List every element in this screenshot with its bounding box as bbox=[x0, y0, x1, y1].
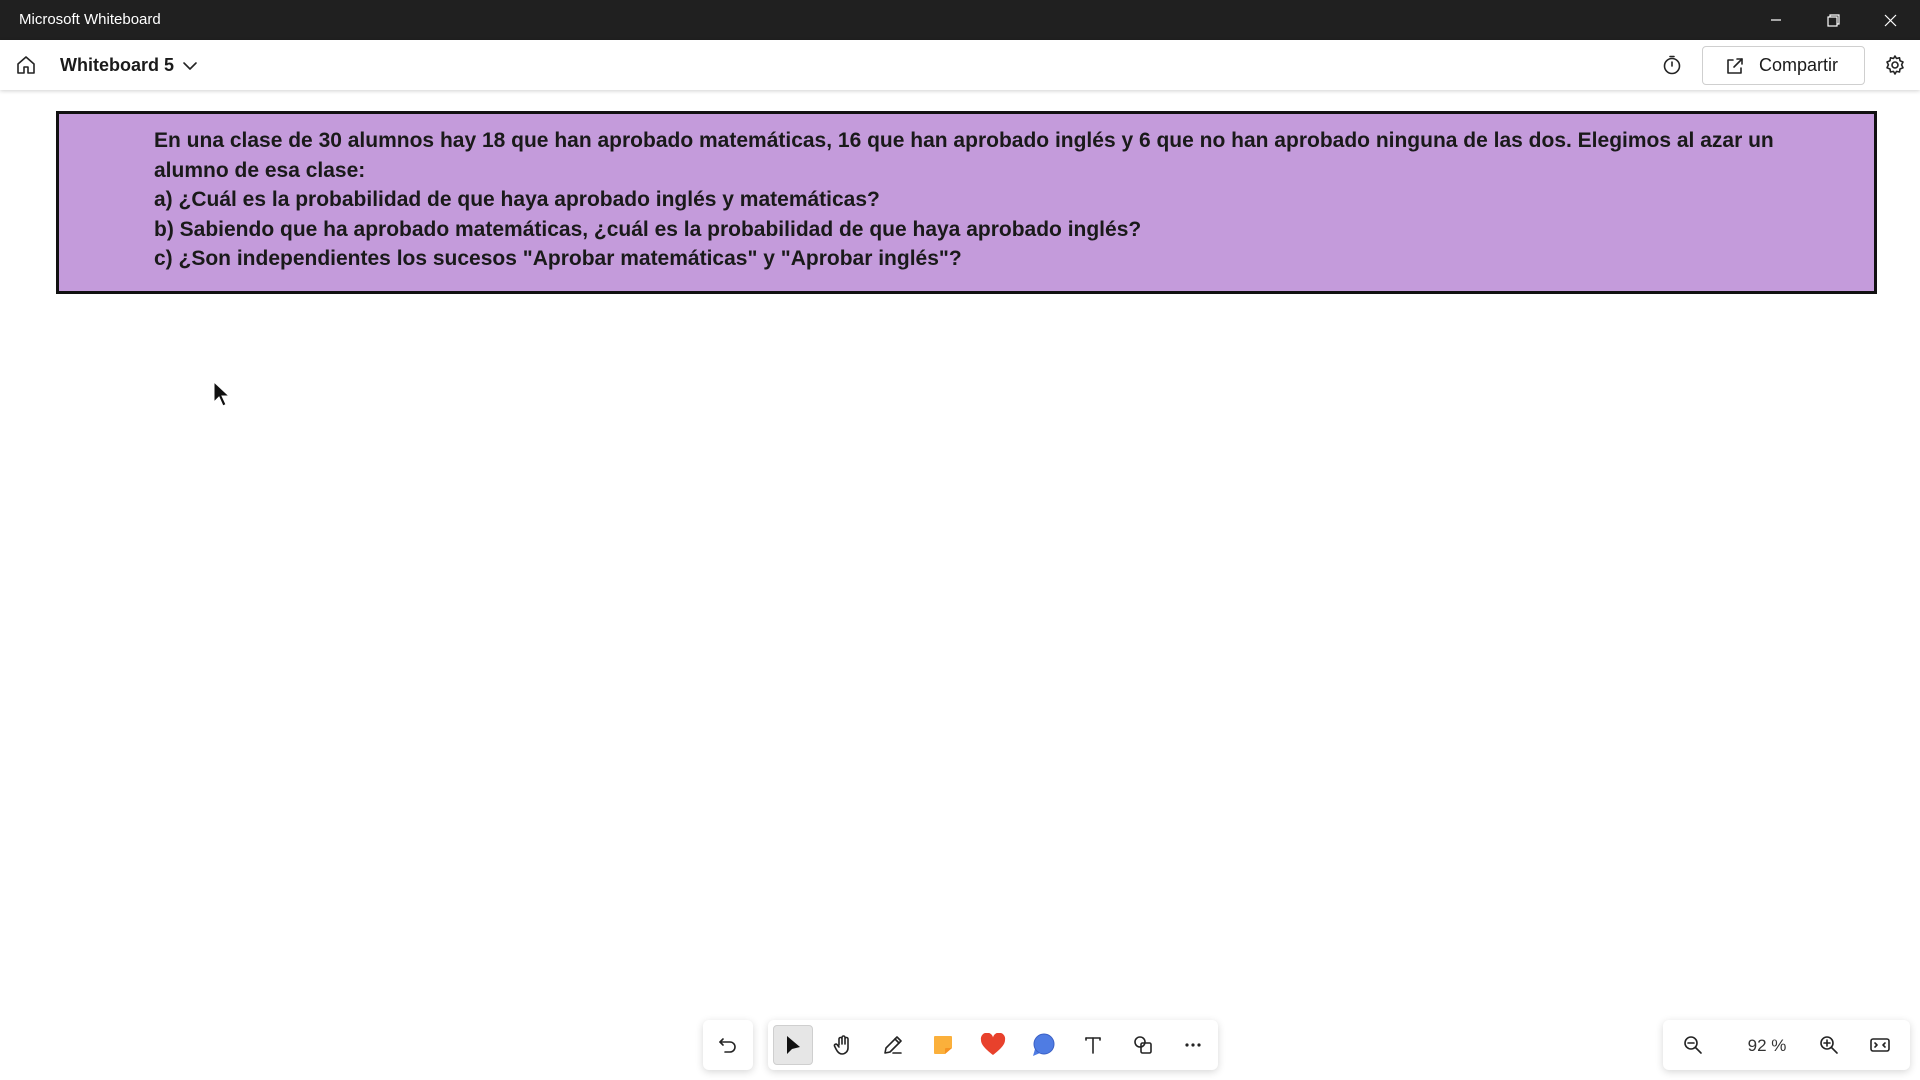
share-label: Compartir bbox=[1759, 55, 1839, 75]
note-line: c) ¿Son independientes los sucesos "Apro… bbox=[154, 247, 962, 270]
settings-button[interactable] bbox=[1879, 49, 1911, 81]
reaction-tool[interactable] bbox=[973, 1025, 1013, 1065]
chevron-down-icon bbox=[183, 62, 197, 70]
more-icon bbox=[1185, 1043, 1201, 1047]
tools-toolbar bbox=[768, 1020, 1218, 1070]
comment-tool[interactable] bbox=[1023, 1025, 1063, 1065]
pan-tool[interactable] bbox=[823, 1025, 863, 1065]
select-icon bbox=[787, 1036, 800, 1054]
undo-button[interactable] bbox=[703, 1020, 753, 1070]
pen-icon bbox=[884, 1036, 902, 1054]
minimize-button[interactable] bbox=[1747, 0, 1804, 40]
note-line: a) ¿Cuál es la probabilidad de que haya … bbox=[154, 188, 880, 211]
board-menu-button[interactable] bbox=[180, 56, 200, 76]
share-button[interactable]: Compartir bbox=[1702, 46, 1865, 85]
timer-button[interactable] bbox=[1656, 49, 1688, 81]
minimize-icon bbox=[1770, 19, 1781, 21]
board-name[interactable]: Whiteboard 5 bbox=[60, 55, 174, 76]
sticky-note-icon bbox=[934, 1036, 952, 1054]
shapes-tool[interactable] bbox=[1123, 1025, 1163, 1065]
zoom-level[interactable]: 92 % bbox=[1735, 1036, 1799, 1056]
fit-to-screen-button[interactable] bbox=[1860, 1025, 1900, 1065]
pan-hand-icon bbox=[833, 1035, 849, 1055]
zoom-in-button[interactable] bbox=[1809, 1025, 1849, 1065]
shapes-icon bbox=[1134, 1036, 1152, 1054]
timer-icon bbox=[1663, 55, 1681, 75]
comment-icon bbox=[1033, 1033, 1055, 1056]
gear-icon bbox=[1886, 55, 1904, 75]
home-icon bbox=[17, 56, 35, 74]
zoom-controls: 92 % bbox=[1663, 1020, 1910, 1070]
mouse-cursor-icon bbox=[213, 381, 231, 407]
sticky-note-tool[interactable] bbox=[923, 1025, 963, 1065]
restore-icon bbox=[1827, 13, 1840, 27]
share-icon bbox=[1727, 57, 1743, 74]
more-tools-button[interactable] bbox=[1173, 1025, 1213, 1065]
close-icon bbox=[1884, 14, 1897, 26]
note-text: En una clase de 30 alumnos hay 18 que ha… bbox=[154, 126, 1854, 274]
note-line: b) Sabiendo que ha aprobado matemáticas,… bbox=[154, 217, 1142, 241]
text-tool[interactable] bbox=[1073, 1025, 1113, 1065]
zoom-out-icon bbox=[1684, 1036, 1702, 1054]
undo-icon bbox=[719, 1038, 736, 1053]
zoom-in-icon bbox=[1820, 1036, 1838, 1054]
text-icon bbox=[1085, 1037, 1101, 1054]
fit-to-screen-icon bbox=[1870, 1038, 1890, 1052]
text-note[interactable]: En una clase de 30 alumnos hay 18 que ha… bbox=[56, 111, 1877, 294]
reaction-heart-icon bbox=[980, 1033, 1006, 1055]
home-button[interactable] bbox=[10, 49, 42, 81]
title-bar: Microsoft Whiteboard bbox=[0, 0, 1920, 40]
app-title: Microsoft Whiteboard bbox=[19, 11, 161, 28]
app-header: Whiteboard 5 Compartir bbox=[0, 40, 1920, 90]
whiteboard-canvas[interactable]: En una clase de 30 alumnos hay 18 que ha… bbox=[0, 90, 1920, 1080]
select-tool[interactable] bbox=[773, 1025, 813, 1065]
zoom-out-button[interactable] bbox=[1673, 1025, 1713, 1065]
note-line: alumno de esa clase: bbox=[154, 158, 366, 182]
close-button[interactable] bbox=[1862, 0, 1919, 40]
note-line: En una clase de 30 alumnos hay 18 que ha… bbox=[154, 129, 1774, 152]
restore-button[interactable] bbox=[1805, 0, 1862, 40]
pen-tool[interactable] bbox=[873, 1025, 913, 1065]
